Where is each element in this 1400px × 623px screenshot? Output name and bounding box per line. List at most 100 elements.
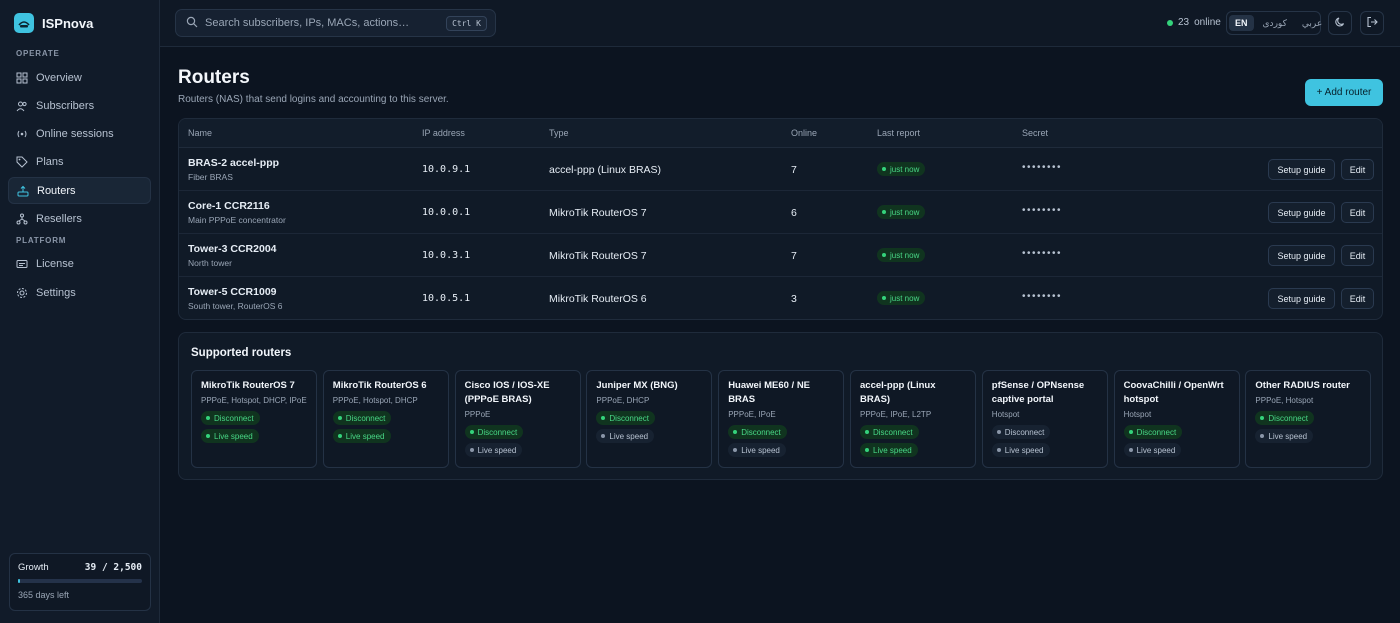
table-row[interactable]: Tower-5 CCR1009 South tower, RouterOS 6 … (179, 277, 1382, 319)
supported-router-name: MikroTik RouterOS 6 (332, 380, 427, 391)
supported-router-card: MikroTik RouterOS 7 PPPoE, Hotspot, DHCP,… (191, 370, 317, 468)
supported-router-name: pfSense / OPNsense captive portal (991, 380, 1085, 405)
theme-toggle-button[interactable] (1328, 11, 1352, 35)
supported-router-card: Other RADIUS router PPPoE, Hotspot Disconn… (1245, 370, 1372, 468)
router-online-count: 3 (791, 293, 797, 305)
online-count: 23 (1178, 17, 1190, 28)
router-online-count: 7 (791, 250, 797, 262)
search-input[interactable]: Search subscribers, IPs, MACs, actions… … (175, 9, 496, 37)
search-placeholder: Search subscribers, IPs, MACs, actions… (205, 17, 410, 29)
edit-button[interactable]: Edit (1341, 245, 1374, 266)
status-dot-icon (1260, 416, 1265, 420)
status-dot-icon (601, 434, 606, 438)
edit-button[interactable]: Edit (1341, 159, 1374, 180)
live-speed-capability-badge: Live speed (991, 443, 1050, 457)
sidebar-item-settings[interactable]: Settings (8, 279, 151, 306)
setup-guide-button[interactable]: Setup guide (1268, 245, 1335, 266)
sidebar-item-label: Online sessions (36, 127, 114, 140)
capability-label: Disconnect (1004, 427, 1045, 437)
status-dot-icon (337, 416, 342, 420)
supported-router-name: Juniper MX (BNG) (596, 380, 678, 391)
sidebar-item-label: Resellers (36, 212, 82, 225)
brand[interactable]: ISPnova (14, 13, 93, 33)
sidebar-item-resellers[interactable]: Resellers (8, 205, 151, 232)
router-ip: 10.0.0.1 (422, 207, 471, 218)
sidebar-item-routers[interactable]: Routers (8, 177, 151, 204)
supported-router-card: accel-ppp (Linux BRAS) PPPoE, IPoE, L2TP D… (850, 370, 976, 468)
status-dot-icon (206, 416, 210, 420)
sidebar-item-label: Settings (36, 286, 76, 299)
status-dot-icon (337, 434, 342, 438)
live-speed-capability-badge: Live speed (1255, 429, 1314, 443)
language-switcher: EN کوردی عربي (1226, 11, 1322, 35)
add-router-button[interactable]: + Add router (1305, 79, 1383, 106)
sidebar-item-plans[interactable]: Plans (8, 148, 151, 175)
edit-button[interactable]: Edit (1341, 288, 1374, 309)
page-subtitle: Routers (NAS) that send logins and accou… (178, 94, 449, 105)
status-dot-icon (882, 210, 886, 214)
capability-label: Live speed (1268, 431, 1308, 441)
capability-label: Live speed (214, 431, 253, 441)
sidebar-item-label: Overview (36, 71, 82, 84)
router-ip: 10.0.3.1 (422, 250, 471, 261)
router-type: accel-ppp (Linux BRAS) (549, 164, 662, 176)
capability-label: Disconnect (477, 427, 518, 437)
capability-label: Live speed (1136, 445, 1176, 455)
capability-label: Disconnect (1136, 427, 1177, 437)
router-secret: •••••••• (1022, 162, 1063, 173)
growth-label: Growth (18, 562, 49, 573)
capability-label: Disconnect (741, 427, 781, 437)
status-dot-icon (206, 434, 210, 438)
table-row[interactable]: Tower-3 CCR2004 North tower 10.0.3.1 Mik… (179, 234, 1382, 277)
supported-router-card: MikroTik RouterOS 6 PPPoE, Hotspot, DHCP D… (322, 370, 449, 468)
status-dot-icon (882, 167, 886, 171)
capability-label: Live speed (1004, 445, 1044, 455)
sidebar-item-overview[interactable]: Overview (8, 64, 151, 91)
topbar: Search subscribers, IPs, MACs, actions… … (160, 0, 1400, 47)
online-label: online (1194, 17, 1221, 28)
router-online-count: 7 (791, 164, 797, 176)
setup-guide-button[interactable]: Setup guide (1268, 202, 1335, 223)
live-speed-capability-badge: Live speed (201, 429, 259, 443)
edit-button[interactable]: Edit (1341, 202, 1374, 223)
status-dot-icon (865, 430, 869, 434)
supported-router-protocols: PPPoE, IPoE, L2TP (860, 410, 932, 419)
sidebar-item-online-sessions[interactable]: Online sessions (8, 120, 151, 147)
router-name: Tower-3 CCR2004 (188, 243, 277, 255)
sidebar: ISPnova OPERATE Overview Subscribers Onl… (0, 0, 160, 623)
router-type: MikroTik RouterOS 7 (549, 250, 647, 262)
supported-router-protocols: PPPoE, DHCP (596, 396, 650, 405)
sidebar-item-license[interactable]: License (8, 250, 151, 277)
supported-router-card: CoovaChilli / OpenWrt hotspot Hotspot Disc… (1113, 370, 1240, 468)
supported-router-protocols: PPPoE, Hotspot (1255, 396, 1314, 405)
logout-button[interactable] (1360, 11, 1384, 35)
online-dot-icon (1167, 19, 1173, 26)
capability-label: Live speed (345, 431, 385, 441)
supported-routers-title: Supported routers (191, 347, 292, 359)
status-dot-icon (882, 253, 886, 257)
last-report-badge: just now (877, 205, 926, 219)
status-dot-icon (469, 430, 474, 434)
status-dot-icon (996, 430, 1001, 434)
status-dot-icon (1128, 430, 1133, 434)
lang-en[interactable]: EN (1229, 15, 1254, 31)
last-report-badge: just now (877, 162, 926, 176)
logout-icon (1366, 16, 1378, 31)
table-row[interactable]: Core-1 CCR2116 Main PPPoE concentrator 1… (179, 191, 1382, 234)
setup-guide-button[interactable]: Setup guide (1268, 288, 1335, 309)
status-dot-icon (733, 448, 738, 452)
gear-icon (16, 287, 28, 299)
card-icon (16, 258, 28, 270)
column-header-online: Online (791, 128, 818, 138)
sidebar-item-subscribers[interactable]: Subscribers (8, 92, 151, 119)
supported-router-card: pfSense / OPNsense captive portal Hotspot… (981, 370, 1108, 468)
lang-kurdish[interactable]: کوردی (1257, 15, 1293, 32)
online-indicator: 23 online (1167, 17, 1221, 28)
supported-router-protocols: PPPoE, IPoE (728, 410, 776, 419)
table-row[interactable]: BRAS-2 accel-ppp Fiber BRAS 10.0.9.1 acc… (179, 148, 1382, 191)
grid-icon (16, 72, 28, 84)
router-name: Tower-5 CCR1009 (188, 286, 277, 298)
lang-arabic[interactable]: عربي (1296, 15, 1328, 32)
setup-guide-button[interactable]: Setup guide (1268, 159, 1335, 180)
column-header-secret: Secret (1022, 128, 1049, 138)
